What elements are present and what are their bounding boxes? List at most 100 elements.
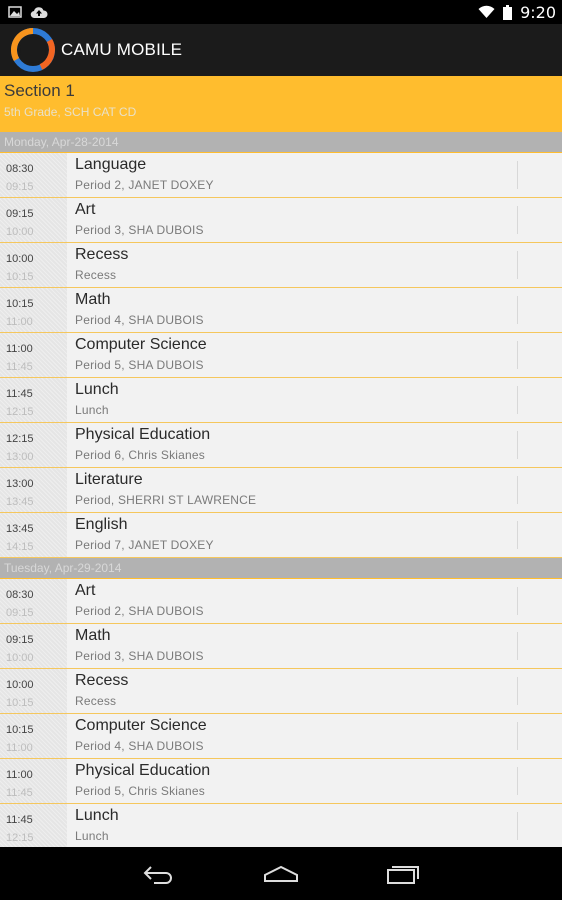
period-info: Language Period 2, JANET DOXEY — [67, 153, 562, 197]
row-divider — [517, 251, 518, 279]
time-column: 10:15 11:00 — [0, 714, 67, 758]
period-info: Physical Education Period 5, Chris Skiane… — [67, 759, 562, 803]
section-header[interactable]: Section 1 5th Grade, SCH CAT CD — [0, 76, 562, 132]
start-time: 10:15 — [6, 298, 34, 310]
start-time: 08:30 — [6, 589, 34, 601]
schedule-row[interactable]: 11:00 11:45 Physical Education Period 5, Ch… — [0, 759, 562, 804]
period-detail: Period 3, SHA DUBOIS — [75, 223, 204, 237]
subject-name: Physical Education — [75, 426, 211, 443]
start-time: 13:00 — [6, 478, 34, 490]
row-divider — [517, 341, 518, 369]
subject-name: Literature — [75, 471, 143, 488]
recent-apps-button[interactable] — [373, 847, 433, 900]
schedule-row[interactable]: 11:00 11:45 Computer Science Period 5, SHA … — [0, 333, 562, 378]
period-info: Recess Recess — [67, 669, 562, 713]
schedule-row[interactable]: 13:00 13:45 Literature Period, SHERRI ST LA… — [0, 468, 562, 513]
period-detail: Period 2, SHA DUBOIS — [75, 604, 204, 618]
start-time: 08:30 — [6, 163, 34, 175]
schedule-row[interactable]: 13:45 14:15 English Period 7, JANET DOXEY — [0, 513, 562, 558]
schedule-row[interactable]: 10:00 10:15 Recess Recess — [0, 669, 562, 714]
time-column: 09:15 10:00 — [0, 624, 67, 668]
start-time: 11:45 — [6, 814, 33, 826]
start-time: 11:00 — [6, 769, 33, 781]
action-bar: CAMU MOBILE — [0, 24, 562, 76]
schedule-row[interactable]: 11:45 12:15 Lunch Lunch — [0, 378, 562, 423]
end-time: 14:15 — [6, 541, 34, 553]
day-header: Tuesday, Apr-29-2014 — [0, 558, 562, 579]
period-detail: Lunch — [75, 403, 109, 417]
time-column: 13:45 14:15 — [0, 513, 67, 557]
schedule-row[interactable]: 09:15 10:00 Math Period 3, SHA DUBOIS — [0, 624, 562, 669]
subject-name: Math — [75, 291, 111, 308]
status-bar: 9:20 — [0, 0, 562, 24]
clock: 9:20 — [520, 2, 556, 22]
period-info: Physical Education Period 6, Chris Skiane… — [67, 423, 562, 467]
row-divider — [517, 767, 518, 795]
time-column: 10:00 10:15 — [0, 243, 67, 287]
schedule-list[interactable]: Monday, Apr-28-2014 08:30 09:15 Language Per… — [0, 132, 562, 847]
subject-name: Math — [75, 627, 111, 644]
time-column: 11:45 12:15 — [0, 804, 67, 847]
subject-name: Computer Science — [75, 717, 207, 734]
period-info: English Period 7, JANET DOXEY — [67, 513, 562, 557]
schedule-row[interactable]: 11:45 12:15 Lunch Lunch — [0, 804, 562, 847]
end-time: 09:15 — [6, 181, 34, 193]
time-column: 11:00 11:45 — [0, 333, 67, 377]
schedule-row[interactable]: 10:15 11:00 Math Period 4, SHA DUBOIS — [0, 288, 562, 333]
period-info: Math Period 3, SHA DUBOIS — [67, 624, 562, 668]
period-detail: Period 6, Chris Skianes — [75, 448, 205, 462]
status-right-icons: 9:20 — [478, 3, 556, 22]
start-time: 12:15 — [6, 433, 34, 445]
end-time: 10:15 — [6, 697, 34, 709]
status-left-icons — [8, 6, 48, 19]
time-column: 09:15 10:00 — [0, 198, 67, 242]
start-time: 10:00 — [6, 679, 34, 691]
subject-name: English — [75, 516, 128, 533]
app-title: CAMU MOBILE — [61, 40, 183, 59]
schedule-row[interactable]: 10:15 11:00 Computer Science Period 4, SHA … — [0, 714, 562, 759]
cloud-upload-icon — [30, 6, 48, 18]
schedule-row[interactable]: 08:30 09:15 Language Period 2, JANET DOXEY — [0, 153, 562, 198]
start-time: 09:15 — [6, 208, 34, 220]
schedule-row[interactable]: 08:30 09:15 Art Period 2, SHA DUBOIS — [0, 579, 562, 624]
period-detail: Period 2, JANET DOXEY — [75, 178, 214, 192]
time-column: 13:00 13:45 — [0, 468, 67, 512]
end-time: 11:00 — [6, 742, 33, 754]
subject-name: Art — [75, 582, 96, 599]
end-time: 13:00 — [6, 451, 34, 463]
back-button[interactable] — [129, 847, 189, 900]
time-column: 08:30 09:15 — [0, 153, 67, 197]
time-column: 10:00 10:15 — [0, 669, 67, 713]
row-divider — [517, 722, 518, 750]
period-info: Lunch Lunch — [67, 378, 562, 422]
subject-name: Recess — [75, 672, 129, 689]
period-detail: Period 3, SHA DUBOIS — [75, 649, 204, 663]
schedule-row[interactable]: 10:00 10:15 Recess Recess — [0, 243, 562, 288]
subject-name: Physical Education — [75, 762, 211, 779]
row-divider — [517, 296, 518, 324]
time-column: 11:45 12:15 — [0, 378, 67, 422]
section-title: Section 1 — [4, 81, 75, 100]
row-divider — [517, 632, 518, 660]
subject-name: Computer Science — [75, 336, 207, 353]
home-icon — [264, 865, 298, 882]
row-divider — [517, 206, 518, 234]
subject-name: Art — [75, 201, 96, 218]
row-divider — [517, 476, 518, 504]
end-time: 12:15 — [6, 832, 34, 844]
time-column: 11:00 11:45 — [0, 759, 67, 803]
start-time: 11:00 — [6, 343, 33, 355]
end-time: 13:45 — [6, 496, 34, 508]
end-time: 10:00 — [6, 226, 34, 238]
period-info: Art Period 2, SHA DUBOIS — [67, 579, 562, 623]
period-detail: Period 5, Chris Skianes — [75, 784, 205, 798]
schedule-row[interactable]: 09:15 10:00 Art Period 3, SHA DUBOIS — [0, 198, 562, 243]
app-logo-icon[interactable] — [11, 28, 55, 72]
period-info: Art Period 3, SHA DUBOIS — [67, 198, 562, 242]
end-time: 09:15 — [6, 607, 34, 619]
home-button[interactable] — [251, 847, 311, 900]
schedule-row[interactable]: 12:15 13:00 Physical Education Period 6, Ch… — [0, 423, 562, 468]
period-info: Lunch Lunch — [67, 804, 562, 847]
period-detail: Period 4, SHA DUBOIS — [75, 739, 204, 753]
end-time: 10:15 — [6, 271, 34, 283]
